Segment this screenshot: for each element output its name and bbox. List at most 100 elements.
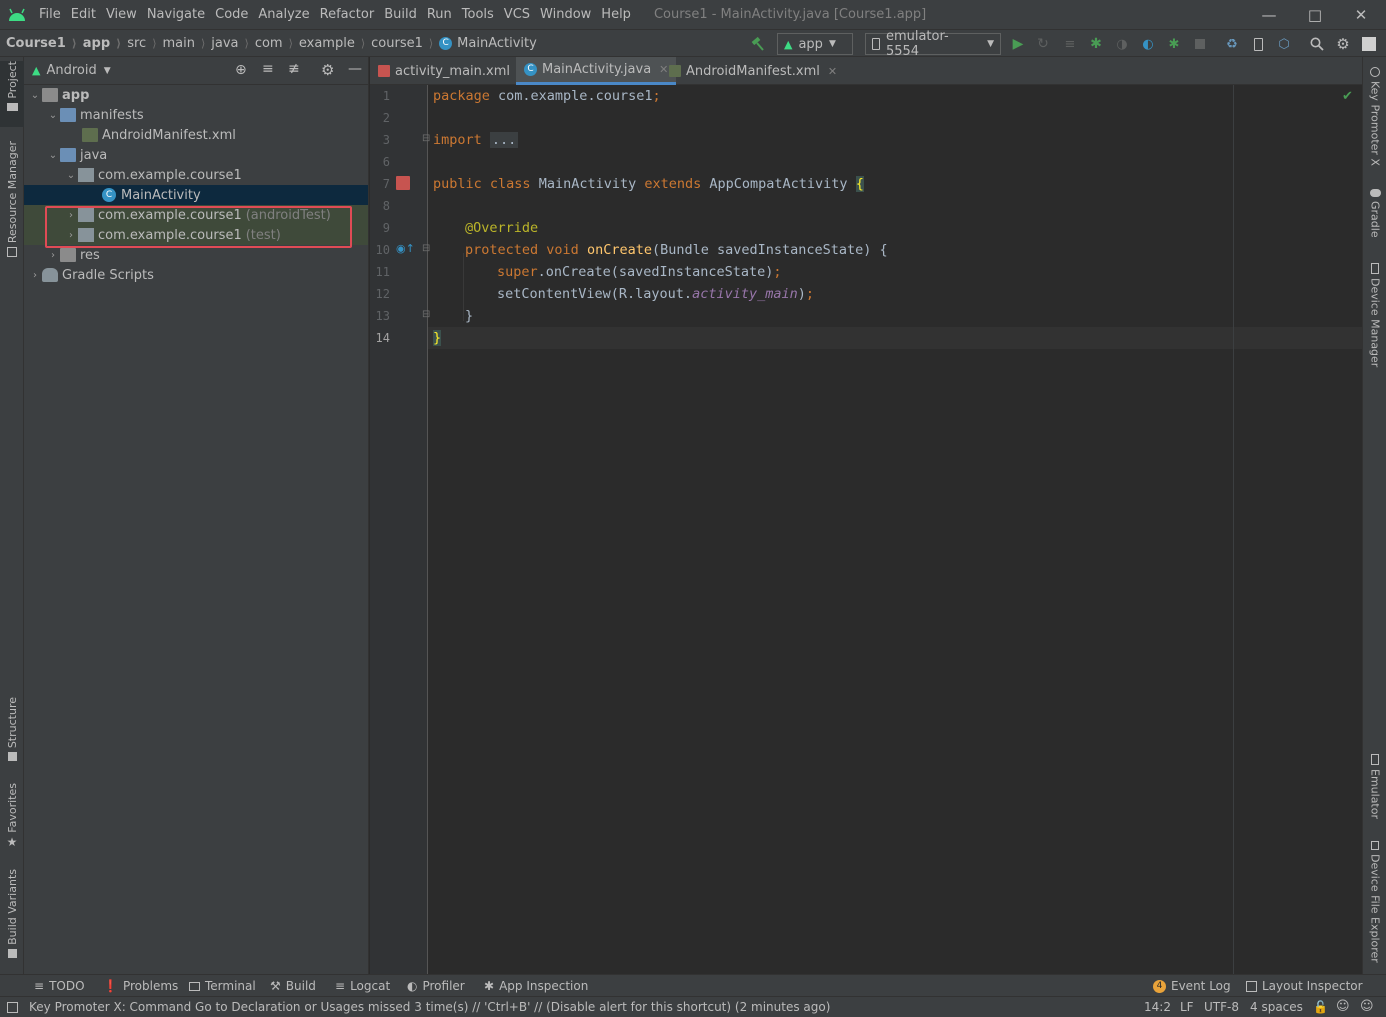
menu-view[interactable]: View	[101, 0, 142, 29]
tool-logcat[interactable]: ≡ Logcat	[335, 975, 390, 997]
collapse-all-icon[interactable]: ≢	[288, 61, 300, 77]
tree-item-manifests[interactable]: ⌄ manifests	[24, 105, 368, 125]
minimize-button[interactable]: —	[1246, 0, 1292, 29]
memory-indicator-icon[interactable]: ☺	[1360, 999, 1374, 1014]
breadcrumb-app[interactable]: app ⟩	[77, 36, 121, 51]
menu-file[interactable]: File	[34, 0, 66, 29]
menu-navigate[interactable]: Navigate	[142, 0, 210, 29]
run-with-coverage-icon[interactable]: ◑	[1112, 34, 1132, 54]
debug-icon[interactable]: ✱	[1086, 34, 1106, 54]
no-problems-check-icon[interactable]: ✔	[1342, 89, 1353, 104]
menu-vcs[interactable]: VCS	[499, 0, 535, 29]
menu-run[interactable]: Run	[422, 0, 457, 29]
caret-position[interactable]: 14:2	[1144, 997, 1171, 1017]
breadcrumb-mainactivity[interactable]: C MainActivity	[433, 36, 537, 51]
tab-gradle[interactable]: Gradle	[1363, 189, 1386, 245]
menu-help[interactable]: Help	[596, 0, 636, 29]
tab-key-promoter-x[interactable]: Key Promoter X	[1363, 67, 1386, 167]
tab-project[interactable]: Project	[0, 61, 24, 127]
project-view-mode-select[interactable]: Android ▼	[46, 63, 110, 78]
stop-icon[interactable]	[1190, 34, 1210, 54]
menu-analyze[interactable]: Analyze	[253, 0, 314, 29]
close-tab-icon[interactable]: ✕	[828, 65, 837, 78]
breadcrumb-main[interactable]: main ⟩	[156, 36, 205, 51]
avd-manager-icon[interactable]	[1248, 34, 1268, 54]
locate-file-icon[interactable]: ⊕	[235, 62, 247, 78]
tool-profiler[interactable]: ◐ Profiler	[407, 975, 465, 997]
tool-build[interactable]: ⚒ Build	[270, 975, 316, 997]
breadcrumb-java[interactable]: java ⟩	[205, 36, 249, 51]
chevron-down-icon[interactable]: ⌄	[64, 165, 78, 185]
maximize-button[interactable]: □	[1292, 0, 1338, 29]
user-account-icon[interactable]	[1359, 34, 1379, 54]
close-window-button[interactable]: ✕	[1338, 0, 1384, 29]
file-encoding[interactable]: UTF-8	[1204, 997, 1239, 1017]
tree-item-androidmanifest[interactable]: AndroidManifest.xml	[24, 125, 368, 145]
chevron-down-icon[interactable]: ⌄	[28, 85, 42, 105]
smiley-feedback-icon[interactable]: ☺	[1336, 999, 1350, 1014]
tool-problems[interactable]: ❗ Problems	[103, 975, 178, 997]
tab-device-file-explorer[interactable]: Device File Explorer	[1363, 841, 1386, 963]
tool-layout-inspector[interactable]: Layout Inspector	[1246, 975, 1363, 997]
chevron-right-icon[interactable]: ›	[28, 265, 42, 285]
tab-device-manager[interactable]: Device Manager	[1363, 263, 1386, 367]
profile-icon[interactable]: ◐	[1138, 34, 1158, 54]
tool-terminal[interactable]: Terminal	[189, 975, 256, 997]
override-method-gutter-icon[interactable]: ◉↑	[396, 242, 415, 255]
apply-changes-restart-icon[interactable]: ↻	[1033, 34, 1053, 54]
sdk-manager-icon[interactable]: ⬡	[1274, 34, 1294, 54]
chevron-right-icon[interactable]: ›	[46, 245, 60, 265]
apply-code-changes-icon[interactable]: ≡	[1060, 34, 1080, 54]
line-separator[interactable]: LF	[1180, 997, 1194, 1017]
folded-imports[interactable]: ...	[489, 132, 519, 148]
menu-tools[interactable]: Tools	[457, 0, 499, 29]
run-configuration-select[interactable]: ▲ app ▼	[777, 33, 853, 55]
lock-icon[interactable]: 🔓	[1313, 1000, 1328, 1014]
breadcrumb-example[interactable]: example ⟩	[293, 36, 365, 51]
chevron-down-icon[interactable]: ⌄	[46, 145, 60, 165]
menu-code[interactable]: Code	[210, 0, 253, 29]
tool-event-log[interactable]: 4 Event Log	[1153, 975, 1231, 997]
tree-item-java[interactable]: ⌄ java	[24, 145, 368, 165]
breadcrumb-course1[interactable]: course1 ⟩	[365, 36, 433, 51]
tree-item-app[interactable]: ⌄ app	[24, 85, 368, 105]
run-icon[interactable]: ▶	[1008, 34, 1028, 54]
indent-setting[interactable]: 4 spaces	[1250, 997, 1303, 1017]
breadcrumb-project[interactable]: Course1 ⟩	[0, 36, 77, 51]
tool-app-inspection[interactable]: ✱ App Inspection	[484, 975, 588, 997]
tree-item-mainactivity[interactable]: C MainActivity	[24, 185, 368, 205]
tab-resource-manager[interactable]: Resource Manager	[0, 141, 24, 261]
tree-item-res[interactable]: › res	[24, 245, 368, 265]
status-message[interactable]: Key Promoter X: Command Go to Declaratio…	[29, 997, 830, 1017]
expand-all-icon[interactable]: ≡	[262, 61, 274, 77]
code-editor[interactable]: package com.example.course1; import ... …	[428, 85, 1362, 974]
tab-activity-main-xml[interactable]: activity_main.xml	[370, 57, 518, 85]
layout-preview-gutter-icon[interactable]	[396, 176, 410, 190]
tab-mainactivity-java[interactable]: C MainActivity.java ✕	[516, 57, 677, 85]
tab-favorites[interactable]: Favorites ★	[0, 783, 24, 853]
chevron-down-icon[interactable]: ⌄	[46, 105, 60, 125]
tab-build-variants[interactable]: Build Variants	[0, 869, 24, 961]
settings-gear-icon[interactable]: ⚙	[1333, 34, 1353, 54]
menu-edit[interactable]: Edit	[66, 0, 101, 29]
make-project-hammer-icon[interactable]	[748, 34, 768, 54]
tree-item-gradle-scripts[interactable]: › Gradle Scripts	[24, 265, 368, 285]
menu-refactor[interactable]: Refactor	[315, 0, 380, 29]
search-icon[interactable]	[1307, 34, 1327, 54]
tab-androidmanifest-xml[interactable]: AndroidManifest.xml ✕	[661, 57, 845, 85]
breadcrumb-src[interactable]: src ⟩	[121, 36, 156, 51]
hide-panel-icon[interactable]: —	[348, 61, 362, 77]
menu-build[interactable]: Build	[379, 0, 422, 29]
toggle-tool-windows-icon[interactable]	[7, 1002, 18, 1013]
menu-window[interactable]: Window	[535, 0, 596, 29]
tab-structure[interactable]: Structure	[0, 697, 24, 767]
tab-emulator[interactable]: Emulator	[1363, 754, 1386, 820]
settings-gear-icon[interactable]: ⚙	[321, 61, 334, 79]
tool-todo[interactable]: ≡ TODO	[34, 975, 85, 997]
device-select[interactable]: emulator-5554 ▼	[865, 29, 1001, 59]
tree-item-package-main[interactable]: ⌄ com.example.course1	[24, 165, 368, 185]
breadcrumb-com[interactable]: com ⟩	[249, 36, 293, 51]
editor-gutter[interactable]: 1 2 3 6 7 8 9 10 11 12 13 14 ◉↑ ⊟ ⊟ ⊟	[370, 85, 430, 974]
sync-gradle-icon[interactable]: ♻	[1222, 34, 1242, 54]
attach-debugger-icon[interactable]: ✱	[1164, 34, 1184, 54]
